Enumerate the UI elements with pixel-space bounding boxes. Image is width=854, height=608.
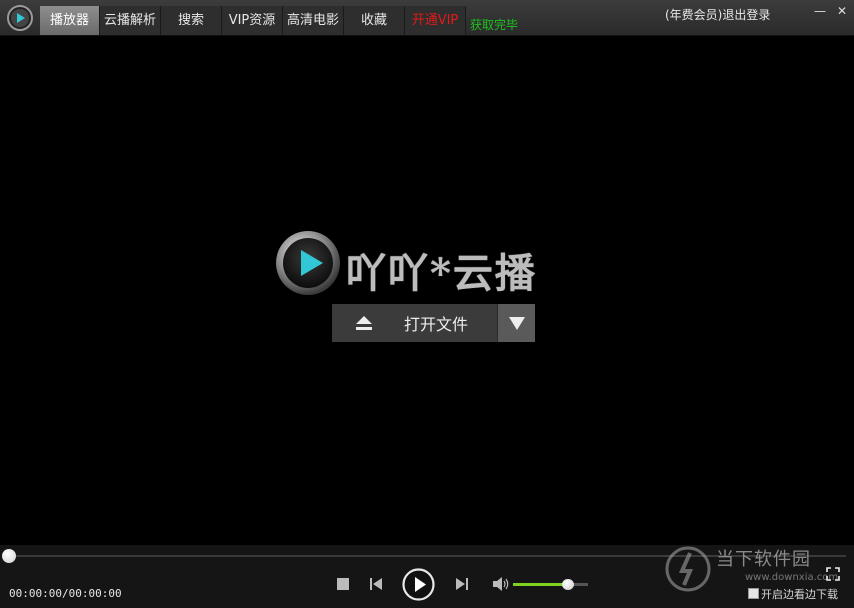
tab-hd-movies[interactable]: 高清电影: [283, 6, 344, 35]
next-icon[interactable]: [455, 577, 469, 591]
minimize-button[interactable]: —: [812, 3, 828, 19]
triangle-down-icon: [508, 316, 525, 330]
title-bar: 播放器 云播解析 搜索 VIP资源 高清电影 收藏 开通VIP 获取完毕 (年费…: [0, 0, 854, 36]
open-file-group: 打开文件: [332, 304, 535, 342]
download-while-watching-checkbox[interactable]: [748, 588, 759, 599]
tab-cloud-parse[interactable]: 云播解析: [100, 6, 161, 35]
status-text: 获取完毕: [470, 18, 519, 32]
seek-handle[interactable]: [2, 549, 16, 563]
video-area[interactable]: 吖吖*云播 打开文件: [0, 37, 854, 545]
previous-icon[interactable]: [369, 577, 383, 591]
volume-level: [513, 583, 567, 586]
volume-handle[interactable]: [562, 579, 574, 590]
fullscreen-icon[interactable]: [826, 567, 840, 581]
download-while-watching-label: 开启边看边下载: [761, 588, 838, 601]
volume-icon[interactable]: [493, 577, 511, 591]
stop-icon[interactable]: [336, 577, 350, 591]
open-file-dropdown-button[interactable]: [497, 304, 535, 342]
watermark-url: www.downxia.com: [745, 572, 839, 583]
watermark-logo-icon: [665, 546, 711, 592]
tab-vip-resources[interactable]: VIP资源: [222, 6, 283, 35]
eject-icon: [356, 316, 372, 330]
tab-player[interactable]: 播放器: [40, 6, 100, 35]
brand-name: 吖吖*云播: [346, 250, 537, 297]
tab-search[interactable]: 搜索: [161, 6, 222, 35]
time-display: 00:00:00/00:00:00: [9, 587, 122, 600]
control-bar: 00:00:00/00:00:00 当下软件园 www.downxia.com …: [0, 545, 854, 608]
player-logo-icon: [276, 231, 340, 295]
tab-bar: 播放器 云播解析 搜索 VIP资源 高清电影 收藏 开通VIP: [40, 6, 466, 35]
app-logo-icon[interactable]: [6, 5, 34, 31]
volume-slider[interactable]: [513, 583, 588, 586]
open-file-label: 打开文件: [404, 315, 469, 334]
open-file-button[interactable]: 打开文件: [332, 304, 497, 342]
watermark-title: 当下软件园: [716, 549, 811, 570]
close-button[interactable]: ✕: [834, 3, 850, 19]
logout-link[interactable]: (年费会员)退出登录: [665, 6, 770, 23]
tab-favorites[interactable]: 收藏: [344, 6, 405, 35]
tab-open-vip[interactable]: 开通VIP: [405, 6, 466, 35]
play-button[interactable]: [402, 568, 435, 601]
